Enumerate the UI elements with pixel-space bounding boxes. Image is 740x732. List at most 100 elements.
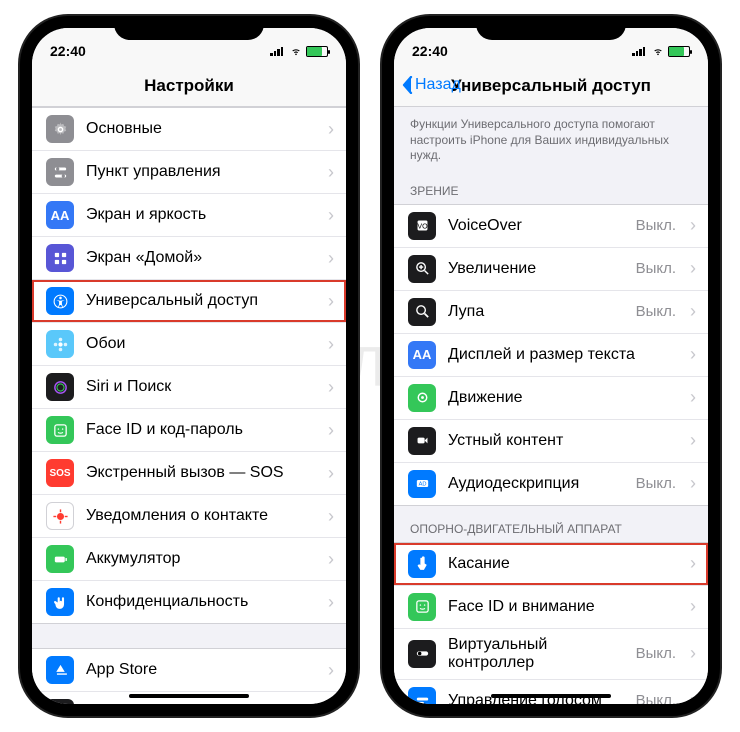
- siri-icon: [46, 373, 74, 401]
- svg-text:VO: VO: [417, 223, 428, 231]
- settings-row-voice[interactable]: Управление голосомВыкл.›: [394, 680, 708, 704]
- row-label: Siri и Поиск: [86, 378, 316, 396]
- row-label: Увеличение: [448, 260, 624, 278]
- row-label: Касание: [448, 555, 678, 573]
- settings-row-grid[interactable]: Экран «Домой»›: [32, 237, 346, 280]
- chevron-right-icon: ›: [690, 344, 696, 365]
- motor-group: Касание›Face ID и внимание›Виртуальный к…: [394, 542, 708, 704]
- nav-header: Назад Универсальный доступ: [394, 68, 708, 107]
- settings-row-magnifier[interactable]: ЛупаВыкл.›: [394, 291, 708, 334]
- motion-icon: [408, 384, 436, 412]
- chevron-left-icon: [402, 76, 413, 94]
- faceid-icon: [46, 416, 74, 444]
- row-label: Конфиденциальность: [86, 593, 316, 611]
- voice-icon: [408, 687, 436, 704]
- settings-row-AA[interactable]: AAЭкран и яркость›: [32, 194, 346, 237]
- chevron-right-icon: ›: [328, 248, 334, 269]
- accessibility-content[interactable]: Функции Универсального доступа помогают …: [394, 107, 708, 704]
- status-indicators: [270, 46, 328, 57]
- chevron-right-icon: ›: [328, 660, 334, 681]
- signal-icon: [270, 46, 286, 56]
- switches-icon: [46, 158, 74, 186]
- battery-icon: [46, 545, 74, 573]
- row-label: Экран и яркость: [86, 206, 316, 224]
- chevron-right-icon: ›: [328, 549, 334, 570]
- switch-icon: [408, 640, 436, 668]
- back-button[interactable]: Назад: [402, 76, 461, 94]
- phone-right: 22:40 Назад Универсальный доступ Функции…: [382, 16, 720, 716]
- chevron-right-icon: ›: [328, 377, 334, 398]
- settings-row-SOS[interactable]: SOSЭкстренный вызов — SOS›: [32, 452, 346, 495]
- chevron-right-icon: ›: [328, 592, 334, 613]
- row-label: Виртуальный контроллер: [448, 636, 624, 672]
- faceid-icon: [408, 593, 436, 621]
- AA-icon: AA: [46, 201, 74, 229]
- row-value: Выкл.: [636, 475, 676, 492]
- settings-row-ad[interactable]: ADАудиодескрипцияВыкл.›: [394, 463, 708, 505]
- status-indicators: [632, 46, 690, 57]
- settings-row-AA[interactable]: AAДисплей и размер текста›: [394, 334, 708, 377]
- section-note: Функции Универсального доступа помогают …: [394, 107, 708, 168]
- appstore-icon: [46, 656, 74, 684]
- settings-row-accessibility[interactable]: Универсальный доступ›: [32, 280, 346, 323]
- row-label: Экстренный вызов — SOS: [86, 464, 316, 482]
- settings-group-1: Основные›Пункт управления›AAЭкран и ярко…: [32, 107, 346, 624]
- hand-icon: [46, 588, 74, 616]
- home-indicator: [491, 694, 611, 698]
- speak-icon: [408, 427, 436, 455]
- settings-row-appstore[interactable]: App Store›: [32, 649, 346, 692]
- row-label: Универсальный доступ: [86, 292, 316, 310]
- row-label: Устный контент: [448, 432, 678, 450]
- row-label: Движение: [448, 389, 678, 407]
- chevron-right-icon: ›: [690, 430, 696, 451]
- settings-row-siri[interactable]: Siri и Поиск ›: [32, 366, 346, 409]
- chevron-right-icon: ›: [328, 506, 334, 527]
- page-title: Настройки: [40, 76, 338, 96]
- battery-icon: [668, 46, 690, 57]
- settings-row-zoom[interactable]: УвеличениеВыкл.›: [394, 248, 708, 291]
- settings-row-motion[interactable]: Движение›: [394, 377, 708, 420]
- chevron-right-icon: ›: [690, 215, 696, 236]
- chevron-right-icon: ›: [690, 643, 696, 664]
- row-value: Выкл.: [636, 217, 676, 234]
- row-label: Лупа: [448, 303, 624, 321]
- settings-row-switches[interactable]: Пункт управления ›: [32, 151, 346, 194]
- row-value: Выкл.: [636, 260, 676, 277]
- svg-text:AD: AD: [418, 482, 426, 488]
- settings-content[interactable]: Основные›Пункт управления›AAЭкран и ярко…: [32, 107, 346, 704]
- settings-row-speak[interactable]: Устный контент ›: [394, 420, 708, 463]
- settings-row-switch[interactable]: Виртуальный контроллер Выкл. ›: [394, 629, 708, 680]
- row-value: Выкл.: [636, 303, 676, 320]
- chevron-right-icon: ›: [328, 420, 334, 441]
- settings-row-gear[interactable]: Основные›: [32, 108, 346, 151]
- battery-icon: [306, 46, 328, 57]
- settings-row-virus[interactable]: Уведомления о контакте›: [32, 495, 346, 538]
- wifi-icon: [289, 46, 303, 56]
- wifi-icon: [651, 46, 665, 56]
- row-value: Выкл.: [636, 645, 676, 662]
- settings-row-flower[interactable]: Обои›: [32, 323, 346, 366]
- phone-left: 22:40 Настройки Основные›Пункт управлени…: [20, 16, 358, 716]
- flower-icon: [46, 330, 74, 358]
- settings-row-battery[interactable]: Аккумулятор ›: [32, 538, 346, 581]
- section-header-motor: ОПОРНО-ДВИГАТЕЛЬНЫЙ АППАРАТ: [394, 506, 708, 542]
- settings-row-hand[interactable]: Конфиденциальность ›: [32, 581, 346, 623]
- settings-row-vo[interactable]: VO VoiceOver Выкл. ›: [394, 205, 708, 248]
- settings-row-touch[interactable]: Касание›: [394, 543, 708, 586]
- home-indicator: [129, 694, 249, 698]
- vo-icon: VO: [408, 212, 436, 240]
- status-time: 22:40: [50, 43, 86, 59]
- row-label: Пункт управления: [86, 163, 316, 181]
- settings-row-faceid[interactable]: Face ID и внимание›: [394, 586, 708, 629]
- screen-right: 22:40 Назад Универсальный доступ Функции…: [394, 28, 708, 704]
- row-label: VoiceOver: [448, 217, 624, 235]
- notch: [114, 16, 264, 40]
- chevron-right-icon: ›: [328, 703, 334, 705]
- row-label: Основные: [86, 120, 316, 138]
- chevron-right-icon: ›: [328, 162, 334, 183]
- notch: [476, 16, 626, 40]
- screen-left: 22:40 Настройки Основные›Пункт управлени…: [32, 28, 346, 704]
- settings-row-faceid[interactable]: Face ID и код-пароль›: [32, 409, 346, 452]
- row-label: Аккумулятор: [86, 550, 316, 568]
- row-value: Выкл.: [636, 692, 676, 704]
